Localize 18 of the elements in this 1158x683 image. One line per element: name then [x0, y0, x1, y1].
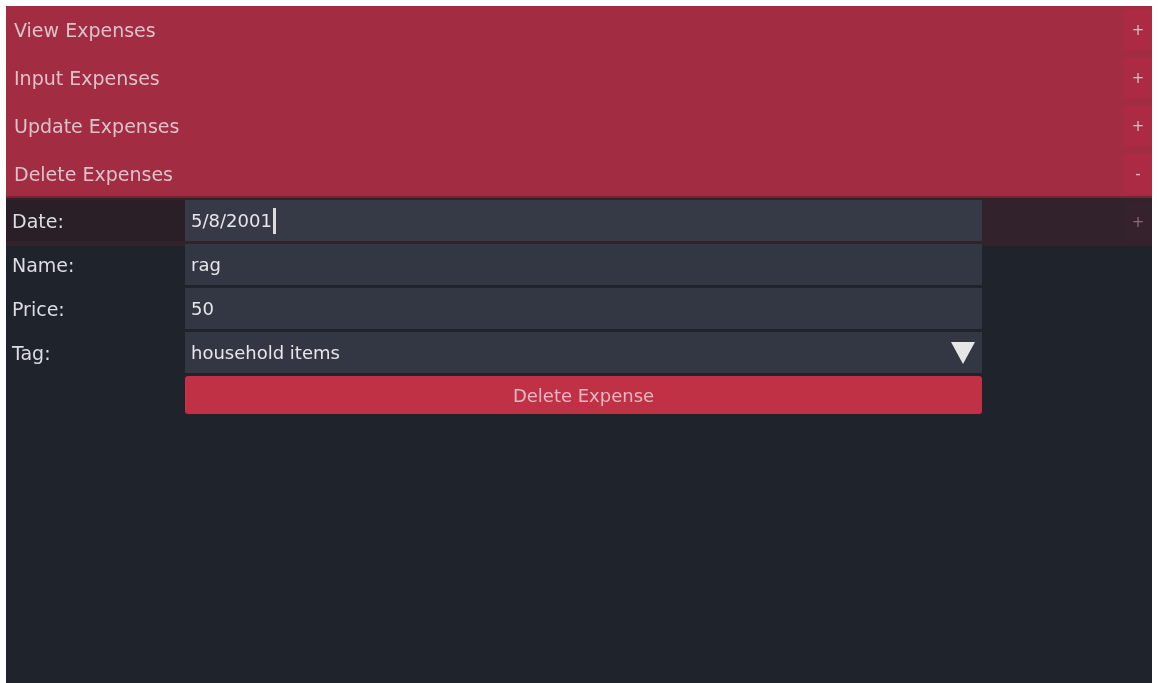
field-label: Tag:	[11, 340, 52, 366]
field-label: Name:	[11, 252, 76, 278]
accordion-header[interactable]: Input Expenses +	[6, 54, 1152, 102]
collapse-button[interactable]: -	[1124, 154, 1152, 194]
accordion-header[interactable]: Delete Expenses -	[6, 150, 1152, 198]
accordion-header[interactable]: View Expenses +	[6, 6, 1152, 54]
field-label: Date:	[6, 200, 185, 241]
expand-button[interactable]: +	[1124, 106, 1152, 146]
field-label: Price:	[11, 296, 66, 322]
input-field[interactable]: 50	[185, 288, 982, 329]
delete-button[interactable]: Delete Expense	[185, 376, 982, 414]
expand-button[interactable]: +	[1124, 10, 1152, 50]
tag-dropdown[interactable]: household items	[185, 332, 982, 373]
input-field[interactable]: 5/8/2001	[185, 200, 982, 241]
input-field[interactable]: rag	[185, 244, 982, 285]
expand-button[interactable]: +	[1124, 58, 1152, 98]
caret-down-icon	[950, 340, 976, 365]
accordion-header[interactable]: Update Expenses +	[6, 102, 1152, 150]
